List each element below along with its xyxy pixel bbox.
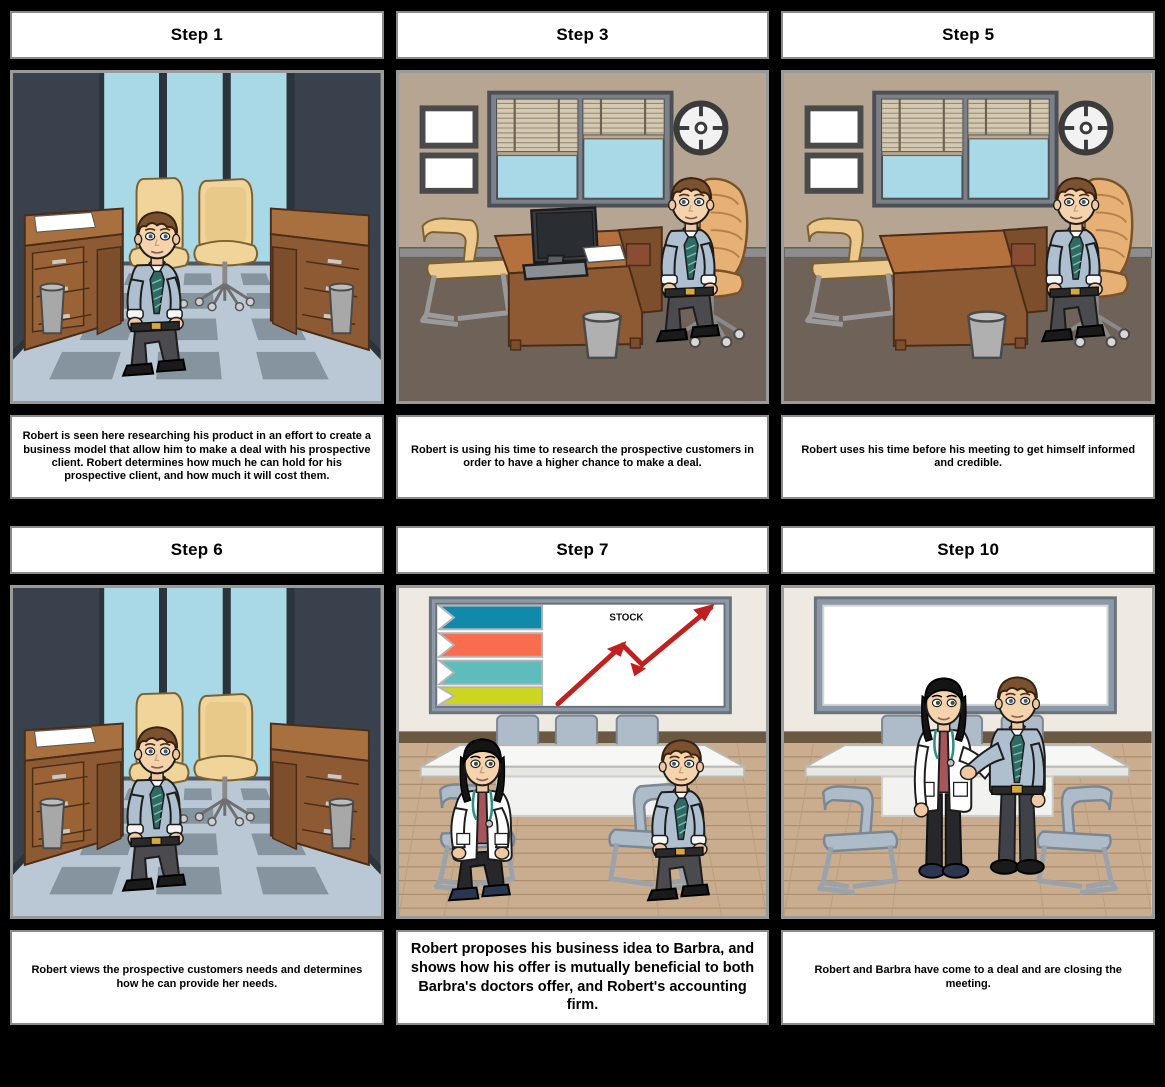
panel-caption-box-6: Robert and Barbra have come to a deal an… xyxy=(781,930,1156,1025)
panel-caption-6: Robert and Barbra have come to a deal an… xyxy=(814,964,1122,990)
presentation-board: STOCK xyxy=(428,596,732,715)
panel-caption-box-1: Robert is seen here researching his prod… xyxy=(10,415,384,499)
panel-caption-box-2: Robert is using his time to research the… xyxy=(395,415,770,499)
panel-title-3: Step 5 xyxy=(942,25,995,44)
panel-illustration-6 xyxy=(781,585,1156,919)
storyboard-panel-2[interactable]: Step 3 Robert is using his time to resea… xyxy=(395,11,770,499)
conference-presentation-scene: STOCK xyxy=(398,588,767,916)
office-desk-window-scene-2 xyxy=(13,588,381,916)
chevron-bars xyxy=(435,604,543,706)
panel-illustration-5: STOCK xyxy=(395,585,770,919)
storyboard-panel-1[interactable]: Step 1 Robert is seen here researching h… xyxy=(10,11,384,499)
panel-title-2: Step 3 xyxy=(556,25,609,44)
panel-title-box-2: Step 3 xyxy=(395,11,770,59)
panel-illustration-3 xyxy=(781,70,1156,404)
panel-title-box-1: Step 1 xyxy=(10,11,384,59)
office-blinds-monitor-scene xyxy=(399,73,767,401)
panel-caption-5: Robert proposes his business idea to Bar… xyxy=(410,940,755,1014)
panel-caption-box-4: Robert views the prospective customers n… xyxy=(10,930,384,1025)
storyboard-panel-6[interactable]: Step 10 Robert and Barbra have come to a… xyxy=(781,526,1156,1025)
panel-caption-4: Robert views the prospective customers n… xyxy=(31,964,363,990)
panel-title-6: Step 10 xyxy=(937,540,1000,559)
panel-caption-box-5: Robert proposes his business idea to Bar… xyxy=(395,930,770,1025)
office-desk-window-scene-1 xyxy=(13,73,381,401)
storyboard-canvas: Step 1 Robert is seen here researching h… xyxy=(0,0,1165,1087)
panel-title-4: Step 6 xyxy=(170,540,223,559)
panel-illustration-1 xyxy=(10,70,384,404)
storyboard-panel-5[interactable]: Step 7 STOCK Robert proposes his busines… xyxy=(395,526,770,1025)
stock-chart-label: STOCK xyxy=(609,612,643,623)
panel-illustration-4 xyxy=(10,585,384,919)
panel-title-box-3: Step 5 xyxy=(781,11,1156,59)
office-blinds-clear-desk-scene xyxy=(784,73,1152,401)
storyboard-row-1: Step 1 Robert is seen here researching h… xyxy=(0,0,1165,499)
panel-caption-1: Robert is seen here researching his prod… xyxy=(22,430,372,483)
computer-monitor xyxy=(521,206,599,281)
panel-title-5: Step 7 xyxy=(556,540,609,559)
storyboard-panel-3[interactable]: Step 5 Robert uses his time before his m… xyxy=(781,11,1156,499)
conference-handshake-scene xyxy=(784,588,1153,916)
panel-caption-2: Robert is using his time to research the… xyxy=(411,443,754,469)
panel-title-box-6: Step 10 xyxy=(781,526,1156,574)
storyboard-panel-4[interactable]: Step 6 Robert views the prospective cust… xyxy=(10,526,384,1025)
panel-title-box-5: Step 7 xyxy=(395,526,770,574)
panel-title-box-4: Step 6 xyxy=(10,526,384,574)
panel-caption-box-3: Robert uses his time before his meeting … xyxy=(781,415,1156,499)
panel-illustration-2 xyxy=(395,70,770,404)
panel-title-1: Step 1 xyxy=(170,25,223,44)
panel-caption-3: Robert uses his time before his meeting … xyxy=(801,443,1136,469)
storyboard-row-2: Step 6 Robert views the prospective cust… xyxy=(0,499,1165,1025)
